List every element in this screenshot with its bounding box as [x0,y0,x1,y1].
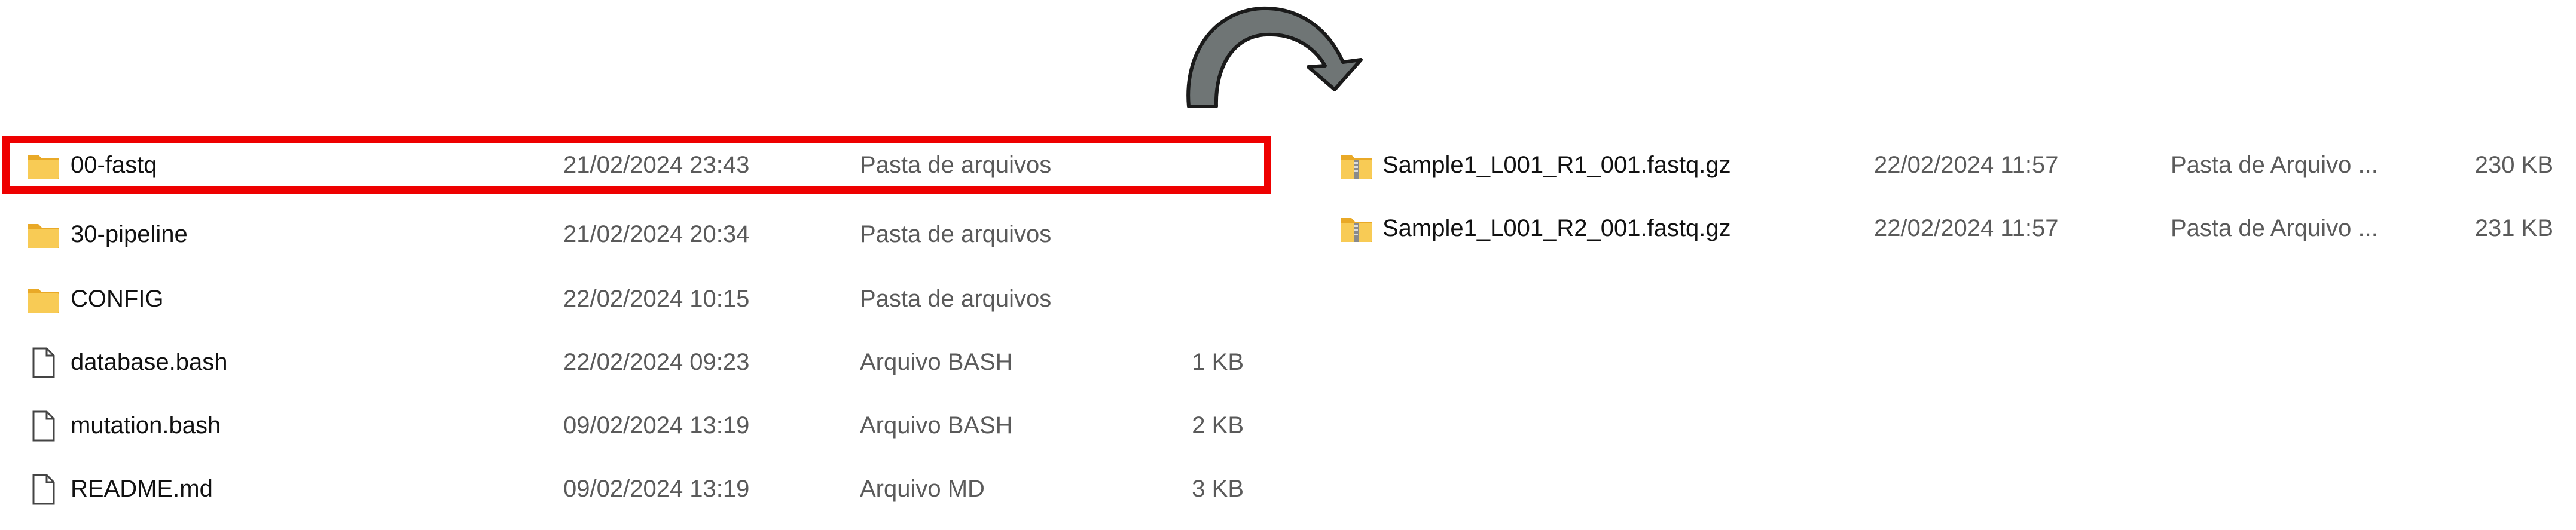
file-name: database.bash [71,349,228,375]
file-name: Sample1_L001_R2_001.fastq.gz [1382,215,1731,241]
file-icon [26,410,60,442]
file-size: 231 KB [2474,215,2553,241]
file-date: 09/02/2024 13:19 [563,476,750,502]
file-size: 3 KB [1192,476,1244,502]
file-name: mutation.bash [71,412,221,439]
curved-arrow-icon [1172,0,1411,114]
file-date: 22/02/2024 09:23 [563,349,750,375]
file-icon [26,347,60,378]
file-date: 22/02/2024 11:57 [1874,152,2059,178]
file-name: CONFIG [71,286,164,312]
file-type: Arquivo BASH [860,349,1013,375]
file-type: Pasta de Arquivo ... [2171,215,2378,241]
file-type: Pasta de arquivos [860,286,1052,312]
file-name: README.md [71,476,213,502]
file-size: 2 KB [1192,412,1244,439]
file-date: 09/02/2024 13:19 [563,412,750,439]
list-item-sample1-r1[interactable]: Sample1_L001_R1_001.fastq.gz 22/02/2024 … [0,141,2571,189]
file-icon [26,473,60,505]
file-type: Arquivo BASH [860,412,1013,439]
zip-folder-icon [1339,213,1373,244]
file-size: 230 KB [2474,152,2553,178]
list-item-config[interactable]: CONFIG 22/02/2024 10:15 Pasta de arquivo… [0,275,1280,323]
list-item-mutation-bash[interactable]: mutation.bash 09/02/2024 13:19 Arquivo B… [0,402,1280,449]
file-size: 1 KB [1192,349,1244,375]
file-type: Arquivo MD [860,476,985,502]
file-date: 22/02/2024 11:57 [1874,215,2059,241]
list-item-readme-md[interactable]: README.md 09/02/2024 13:19 Arquivo MD 3 … [0,465,1280,513]
file-type: Pasta de Arquivo ... [2171,152,2378,178]
folder-icon [26,283,60,314]
explorer-comparison: 00-fastq 21/02/2024 23:43 Pasta de arqui… [0,0,2576,530]
file-name: Sample1_L001_R1_001.fastq.gz [1382,152,1731,178]
zip-folder-icon [1339,149,1373,180]
list-item-sample1-r2[interactable]: Sample1_L001_R2_001.fastq.gz 22/02/2024 … [0,204,2571,252]
file-date: 22/02/2024 10:15 [563,286,750,312]
list-item-database-bash[interactable]: database.bash 22/02/2024 09:23 Arquivo B… [0,338,1280,386]
